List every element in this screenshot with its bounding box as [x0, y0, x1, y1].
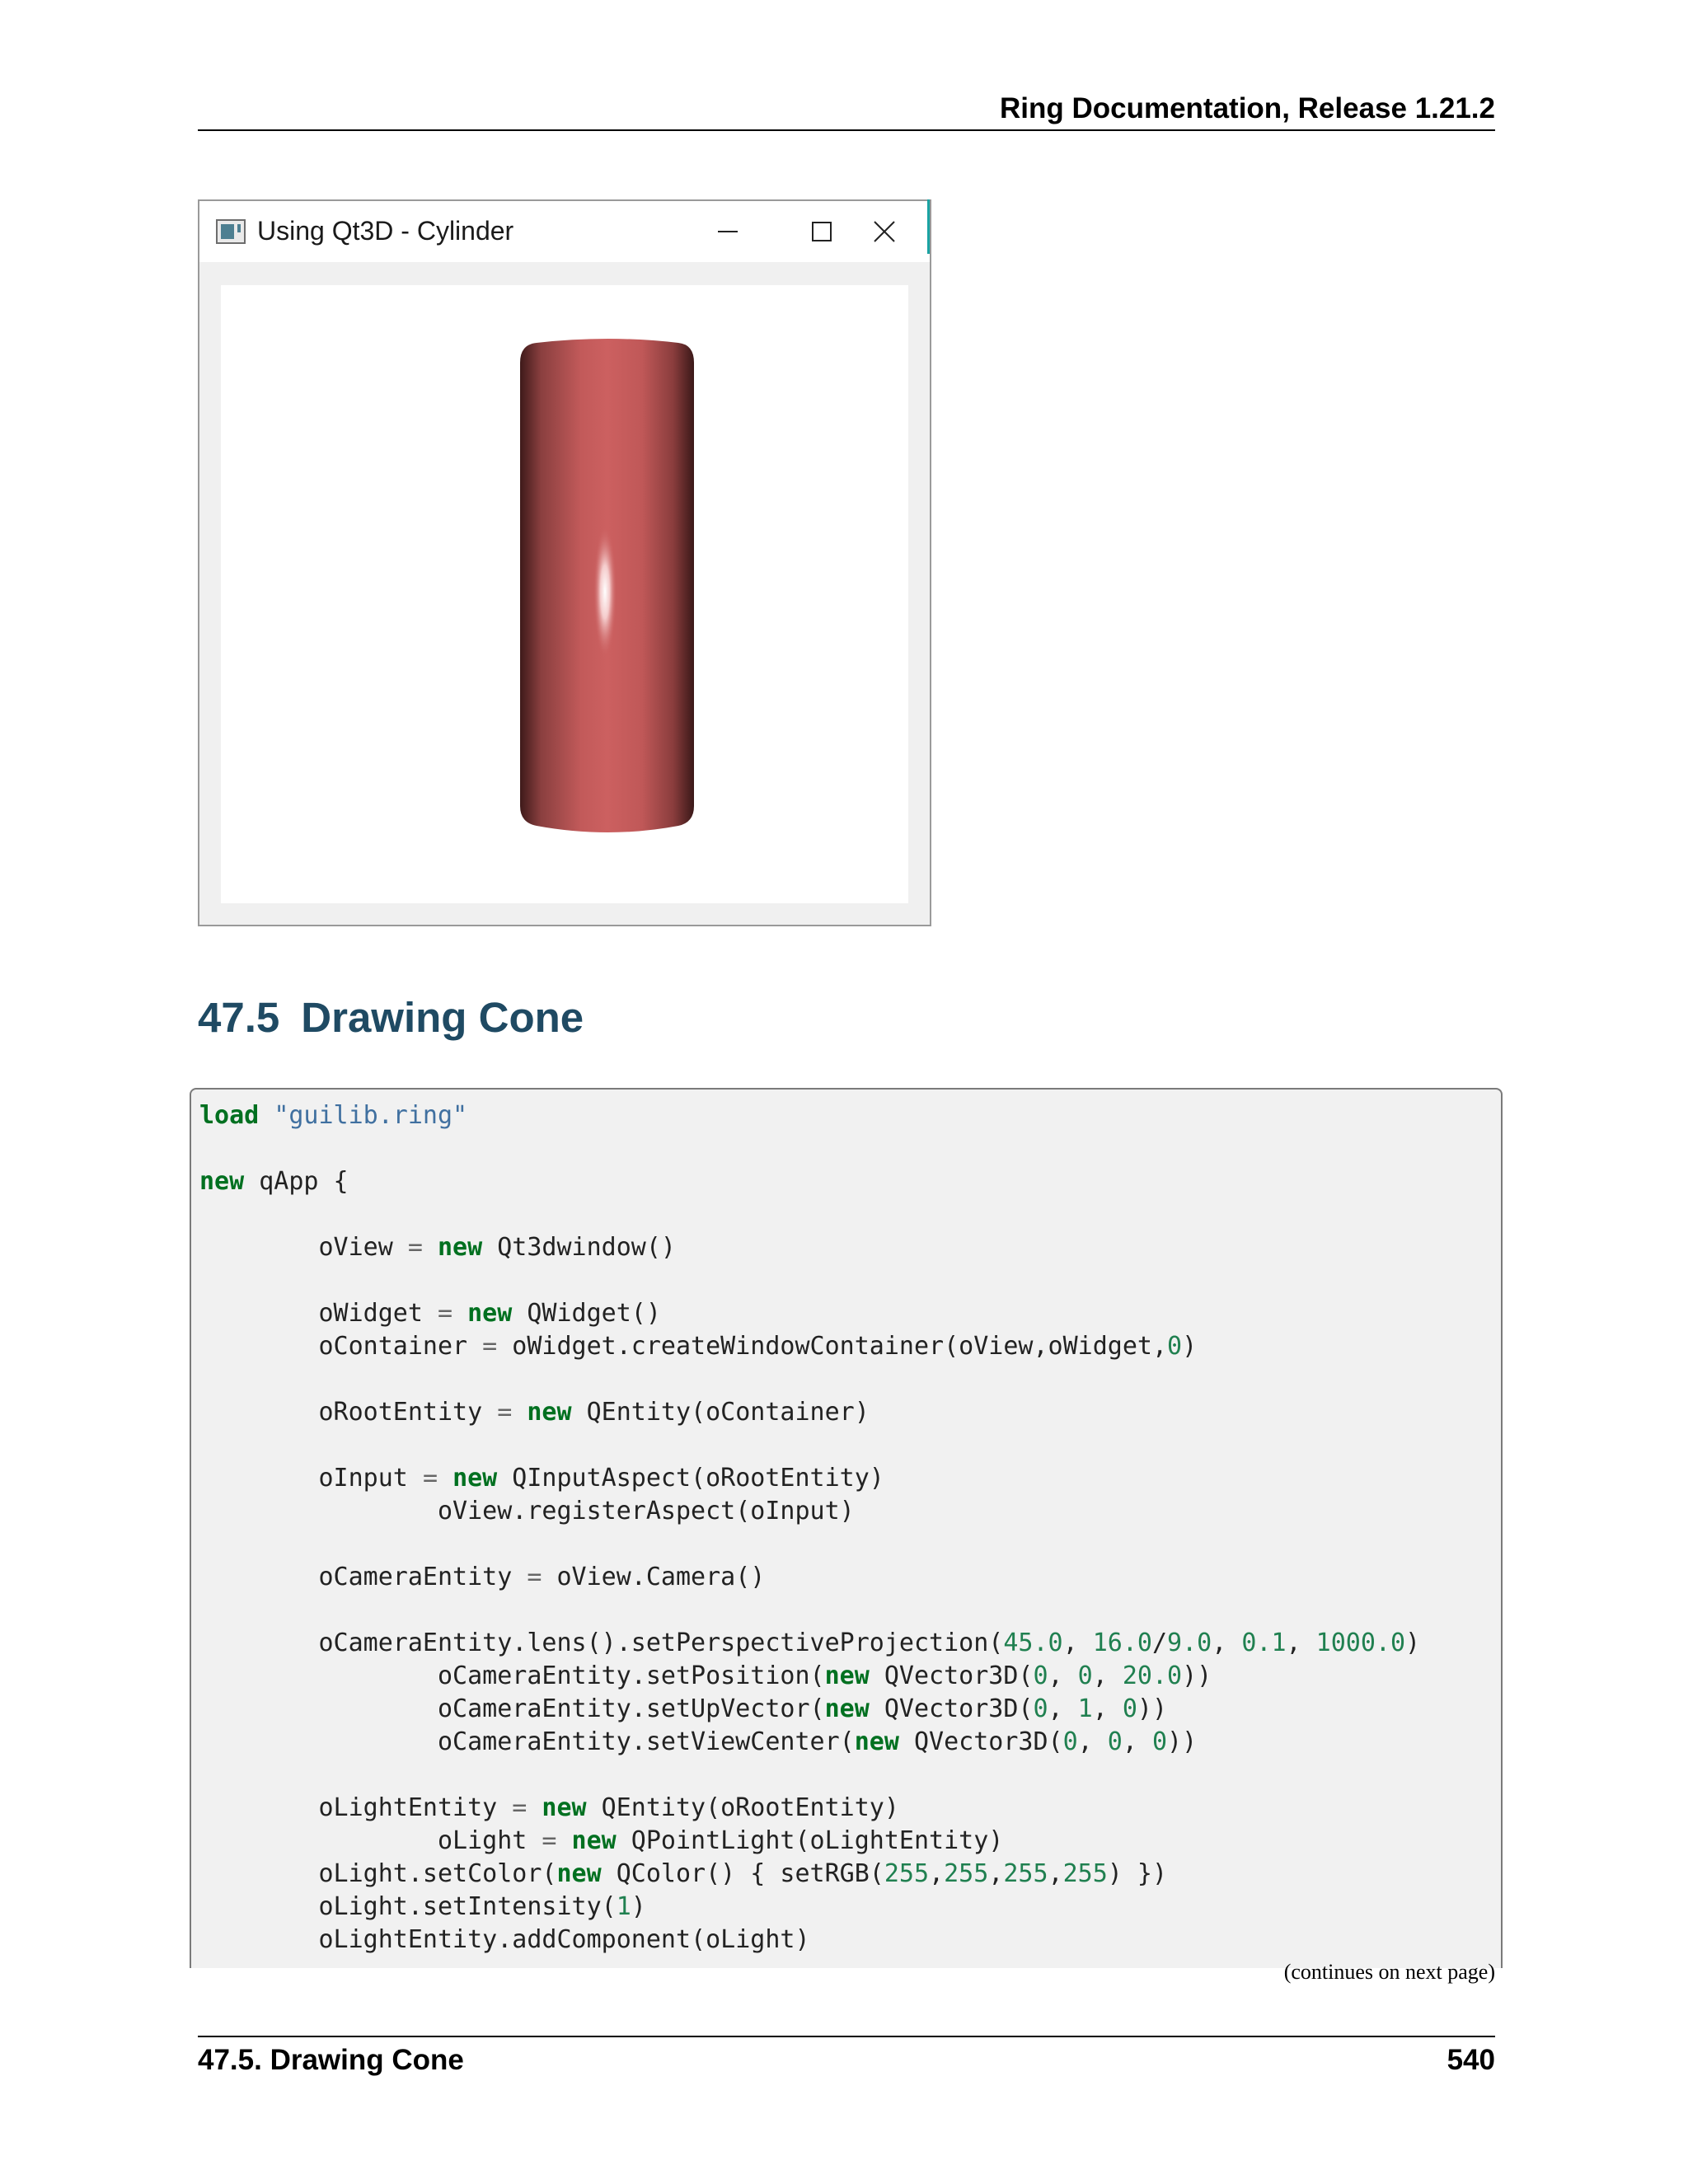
code-line: oWidget = new QWidget(): [199, 1299, 661, 1328]
code-line: oInput = new QInputAspect(oRootEntity): [199, 1464, 884, 1493]
section-heading: 47.5 Drawing Cone: [198, 993, 584, 1042]
close-icon: [874, 221, 895, 242]
window-titlebar: Using Qt3D - Cylinder: [199, 201, 930, 262]
maximize-icon: [812, 222, 832, 241]
code-line: oView = new Qt3dwindow(): [199, 1233, 676, 1262]
code-line: oLight.setColor(new QColor() { setRGB(25…: [199, 1859, 1168, 1888]
close-button[interactable]: [839, 201, 930, 262]
footer-section: 47.5. Drawing Cone: [198, 2044, 464, 2076]
code-block: load "guilib.ring" new qApp { oView = ne…: [190, 1088, 1503, 1968]
code-line: oCameraEntity.lens().setPerspectiveProje…: [199, 1629, 1421, 1657]
code-line: oLight = new QPointLight(oLightEntity): [199, 1826, 1004, 1855]
qt3d-viewport: [221, 285, 908, 903]
code-line: oLight.setIntensity(1): [199, 1892, 646, 1921]
code-line: oCameraEntity.setPosition(new QVector3D(…: [199, 1661, 1212, 1690]
code-line: oLightEntity.addComponent(oLight): [199, 1925, 810, 1954]
window-accent-edge: [927, 199, 930, 254]
minimize-icon: [718, 231, 738, 232]
continues-note: (continues on next page): [1283, 1960, 1495, 1984]
section-number: 47.5: [198, 994, 280, 1041]
code-line: oCameraEntity.setViewCenter(new QVector3…: [199, 1727, 1198, 1756]
section-title-text: Drawing Cone: [301, 994, 584, 1041]
code-line: oView.registerAspect(oInput): [199, 1497, 855, 1526]
code-line: oLightEntity = new QEntity(oRootEntity): [199, 1793, 899, 1822]
cylinder-render: [520, 339, 694, 832]
window-title: Using Qt3D - Cylinder: [257, 216, 514, 246]
code-line: oContainer = oWidget.createWindowContain…: [199, 1332, 1198, 1361]
app-window-icon: [216, 219, 246, 244]
code-listing: load "guilib.ring" new qApp { oView = ne…: [199, 1099, 1420, 1957]
code-line: oCameraEntity.setUpVector(new QVector3D(…: [199, 1694, 1168, 1723]
footer-rule: [198, 2036, 1495, 2037]
minimize-button[interactable]: [682, 201, 773, 262]
code-line: new qApp {: [199, 1167, 349, 1196]
code-line: oRootEntity = new QEntity(oContainer): [199, 1398, 870, 1427]
page-number: 540: [1447, 2044, 1495, 2076]
screenshot-window: Using Qt3D - Cylinder: [198, 199, 931, 926]
cylinder-specular-highlight: [593, 526, 617, 658]
code-line: load "guilib.ring": [199, 1101, 468, 1130]
header-rule: [198, 129, 1495, 131]
page-header-title: Ring Documentation, Release 1.21.2: [999, 92, 1495, 124]
code-line: oCameraEntity = oView.Camera(): [199, 1563, 766, 1591]
